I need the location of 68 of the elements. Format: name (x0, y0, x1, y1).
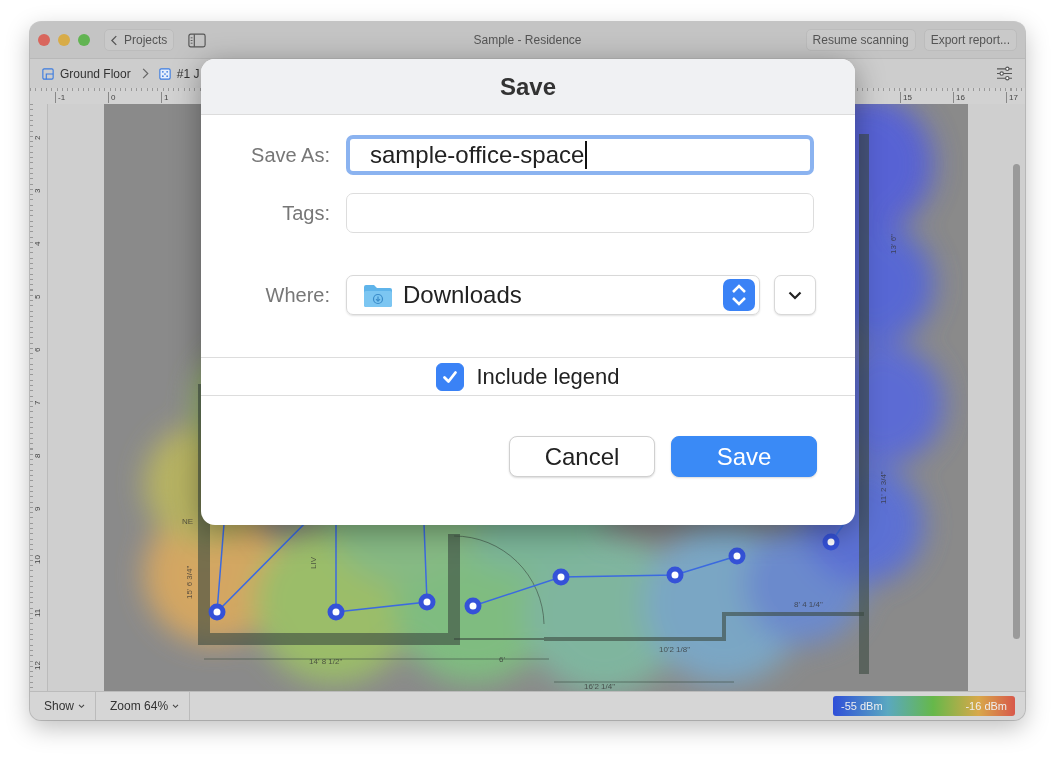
ruler-number: 4 (33, 241, 42, 246)
ruler-number: 16 (953, 92, 965, 103)
scan-point-marker[interactable] (728, 547, 746, 565)
toolbar-button[interactable]: Resume scanning (805, 29, 916, 51)
legend-max-label: -16 dBm (965, 700, 1007, 712)
ruler-number: 11 (33, 608, 42, 617)
scan-point-marker[interactable] (418, 593, 436, 611)
ruler-number: 8 (33, 453, 42, 458)
field-label: Tags: (281, 201, 330, 225)
chevron-left-icon (111, 34, 118, 46)
scan-point-marker[interactable] (327, 603, 345, 621)
ruler-number: 12 (33, 661, 42, 670)
window-title: Sample - Residence (473, 33, 582, 47)
folder-icon (363, 282, 393, 308)
scan-point-marker[interactable] (552, 568, 570, 586)
ruler-number: 15 (900, 92, 912, 103)
ruler-number: 17 (1006, 92, 1018, 103)
dropdown-menu-button[interactable]: Zoom 64% (96, 692, 191, 720)
ruler-number: 0 (108, 92, 116, 103)
breadcrumb-item[interactable]: #1 J (176, 66, 200, 81)
dimension-label: 11' 2 3/4" (879, 471, 888, 504)
ruler-number: 10 (33, 555, 42, 564)
dimension-label: NE (182, 517, 194, 526)
back-button[interactable]: Projects (104, 29, 175, 51)
legend-min-label: -55 dBm (841, 700, 883, 712)
toolbar-button[interactable]: Export report... (923, 29, 1017, 51)
dialog-title: Save (499, 72, 557, 101)
scrollbar-thumb[interactable] (1013, 164, 1020, 639)
dimension-label: 16'2 1/4" (584, 682, 616, 691)
scan-point-marker[interactable] (822, 533, 840, 551)
filename-field[interactable]: sample-office-space (346, 135, 814, 175)
ruler-number: 9 (33, 506, 42, 511)
ruler-number: 7 (33, 400, 42, 405)
dimension-label: 8' 4 1/4" (794, 600, 823, 609)
breadcrumb-item[interactable]: Ground Floor (60, 66, 131, 81)
field-label: Where: (264, 283, 330, 307)
ruler-number: 3 (33, 188, 42, 193)
dimension-label: 10'2 1/8" (659, 645, 691, 654)
dimension-label: 13' 6" (889, 234, 898, 254)
dimension-label: LIV (309, 557, 318, 569)
ruler-number: 6 (33, 347, 42, 352)
field-label: Save As: (250, 143, 330, 167)
chevron-down-icon (78, 703, 86, 709)
ruler-number: -1 (55, 92, 66, 103)
dimension-label: 15' 6 3/4" (185, 565, 194, 599)
text-cursor (585, 141, 588, 169)
scan-point-marker[interactable] (666, 566, 684, 584)
ruler-number: 2 (33, 135, 42, 140)
checkbox-label: Include legend (476, 363, 620, 390)
ruler-number: 1 (161, 92, 169, 103)
floor-plan-icon (42, 67, 54, 80)
sliders-icon[interactable] (996, 66, 1013, 81)
chevron-down-icon (172, 703, 180, 709)
dimension-label: 14' 8 1/2" (309, 657, 343, 666)
scan-point-marker[interactable] (208, 603, 226, 621)
dotted-square-icon (158, 67, 171, 80)
dropdown-menu-button[interactable]: Show (30, 692, 97, 720)
cancel-button[interactable]: Cancel (509, 436, 655, 477)
checkbox[interactable] (436, 362, 465, 391)
up-down-arrows-icon (723, 279, 755, 311)
chevron-right-icon (140, 68, 149, 79)
dimension-label: 6' (499, 655, 505, 664)
sidebar-icon[interactable] (188, 32, 207, 48)
ruler-number: 5 (33, 294, 42, 299)
chevron-down-icon (788, 290, 802, 300)
location-popup-button[interactable]: Downloads (346, 275, 760, 315)
tags-field[interactable] (346, 193, 814, 233)
scan-point-marker[interactable] (464, 597, 482, 615)
